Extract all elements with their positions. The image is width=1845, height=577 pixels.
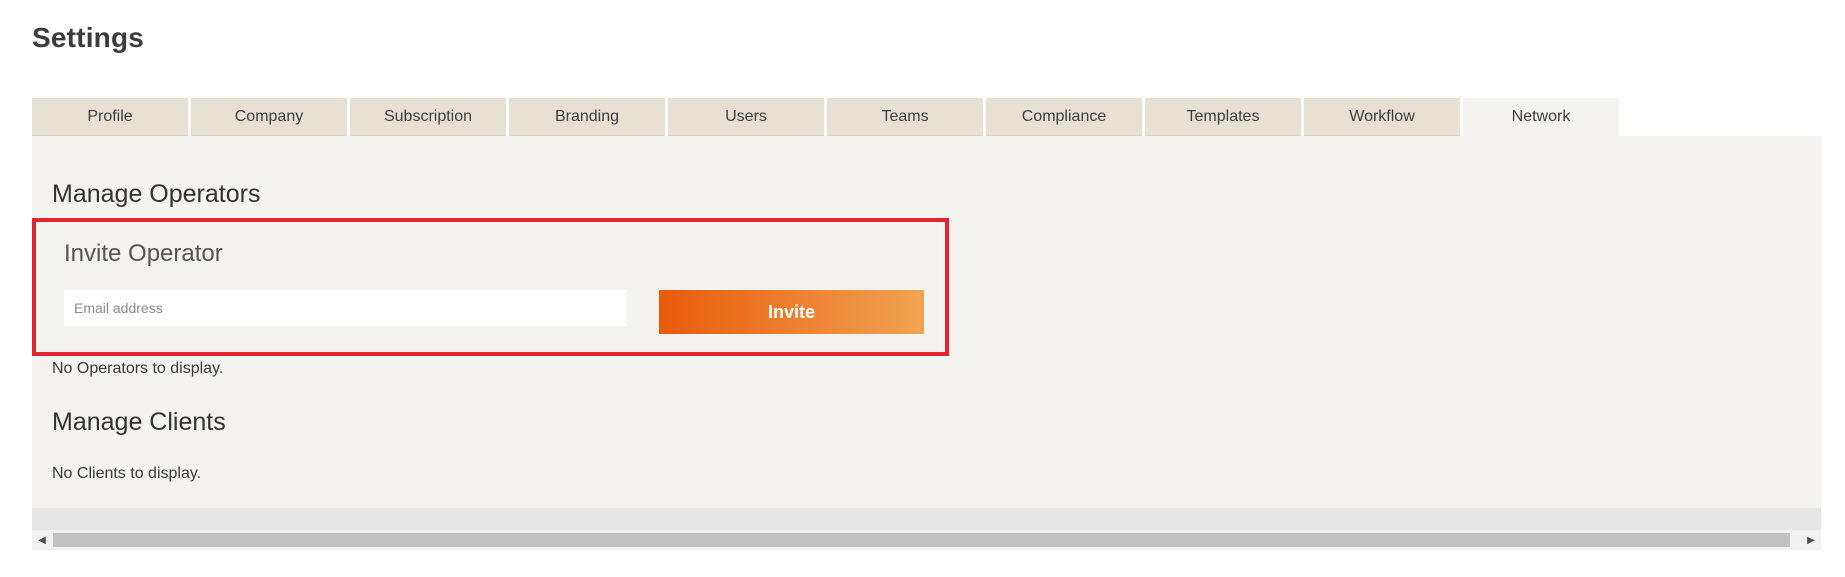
- manage-clients-heading: Manage Clients: [52, 408, 226, 436]
- tab-workflow[interactable]: Workflow: [1304, 98, 1460, 136]
- tab-network[interactable]: Network: [1463, 98, 1619, 136]
- tab-subscription[interactable]: Subscription: [350, 98, 506, 136]
- invite-operator-section: Invite Operator Invite: [32, 218, 949, 356]
- tab-company[interactable]: Company: [191, 98, 347, 136]
- page-title: Settings: [32, 22, 145, 53]
- scroll-right-arrow-icon[interactable]: ▶: [1801, 530, 1821, 550]
- tab-profile[interactable]: Profile: [32, 98, 188, 136]
- panel-footer: [32, 508, 1821, 530]
- email-address-input[interactable]: [64, 290, 626, 326]
- no-clients-message: No Clients to display.: [52, 465, 202, 482]
- scroll-left-arrow-icon[interactable]: ◀: [32, 530, 52, 550]
- tab-teams[interactable]: Teams: [827, 98, 983, 136]
- tab-templates[interactable]: Templates: [1145, 98, 1301, 136]
- settings-tabs: Profile Company Subscription Branding Us…: [32, 98, 1622, 136]
- scrollbar-thumb[interactable]: [53, 533, 1790, 547]
- horizontal-scrollbar[interactable]: ◀ ▶: [32, 530, 1821, 550]
- no-operators-message: No Operators to display.: [52, 360, 224, 377]
- tab-compliance[interactable]: Compliance: [986, 98, 1142, 136]
- manage-operators-heading: Manage Operators: [52, 180, 261, 208]
- tab-users[interactable]: Users: [668, 98, 824, 136]
- tab-branding[interactable]: Branding: [509, 98, 665, 136]
- invite-button[interactable]: Invite: [659, 290, 924, 334]
- invite-operator-title: Invite Operator: [64, 240, 223, 267]
